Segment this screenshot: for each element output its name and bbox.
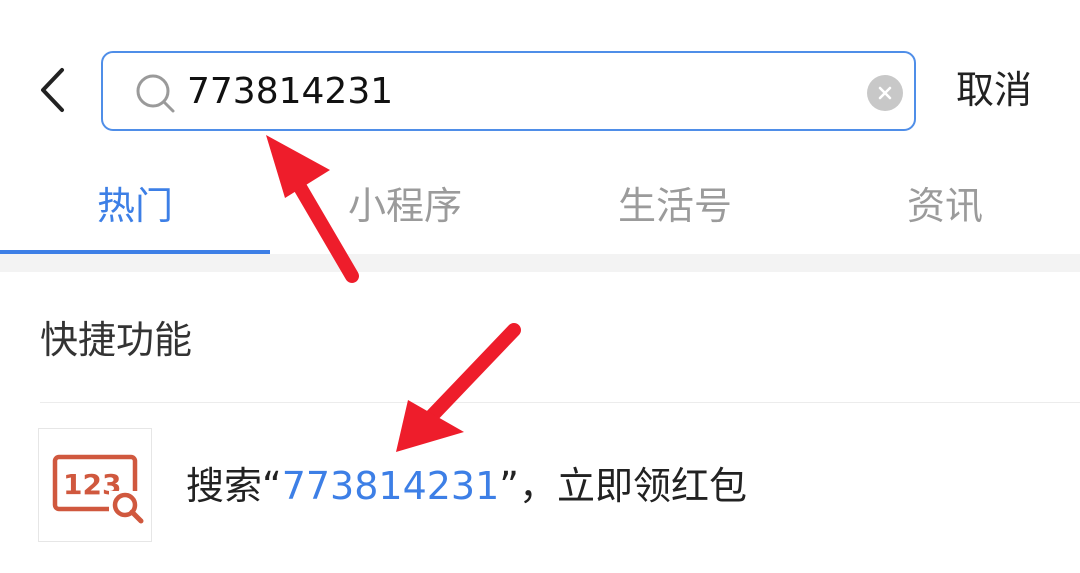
clear-button[interactable] [867, 75, 903, 111]
number-search-icon: 123 [52, 454, 144, 524]
tab-mini-programs[interactable]: 小程序 [270, 150, 540, 254]
quick-text-suffix: ”，立即领红包 [499, 464, 747, 508]
tab-bar: 热门 小程序 生活号 资讯 [0, 150, 1080, 255]
tab-hot[interactable]: 热门 [0, 150, 270, 254]
tab-life-accounts[interactable]: 生活号 [540, 150, 810, 254]
section-title: 快捷功能 [40, 318, 193, 362]
quick-function-thumbnail: 123 [38, 428, 152, 542]
quick-text-keyword: 773814231 [281, 464, 500, 508]
section-divider [0, 254, 1080, 272]
quick-function-item[interactable]: 123 搜索“773814231”，立即领红包 [38, 428, 1080, 544]
tab-news[interactable]: 资讯 [810, 150, 1080, 254]
divider [40, 402, 1080, 403]
search-input[interactable] [187, 63, 837, 119]
quick-text-prefix: 搜索“ [186, 464, 282, 508]
chevron-left-icon [41, 68, 64, 112]
quick-function-text: 搜索“773814231”，立即领红包 [186, 456, 747, 516]
clear-icon [878, 86, 892, 100]
back-button[interactable] [28, 62, 78, 118]
search-icon [136, 74, 175, 113]
search-box[interactable] [101, 51, 916, 131]
search-page: 取消 热门 小程序 生活号 资讯 快捷功能 123 搜索“773814231”，… [0, 0, 1080, 573]
cancel-button[interactable]: 取消 [956, 62, 1032, 118]
